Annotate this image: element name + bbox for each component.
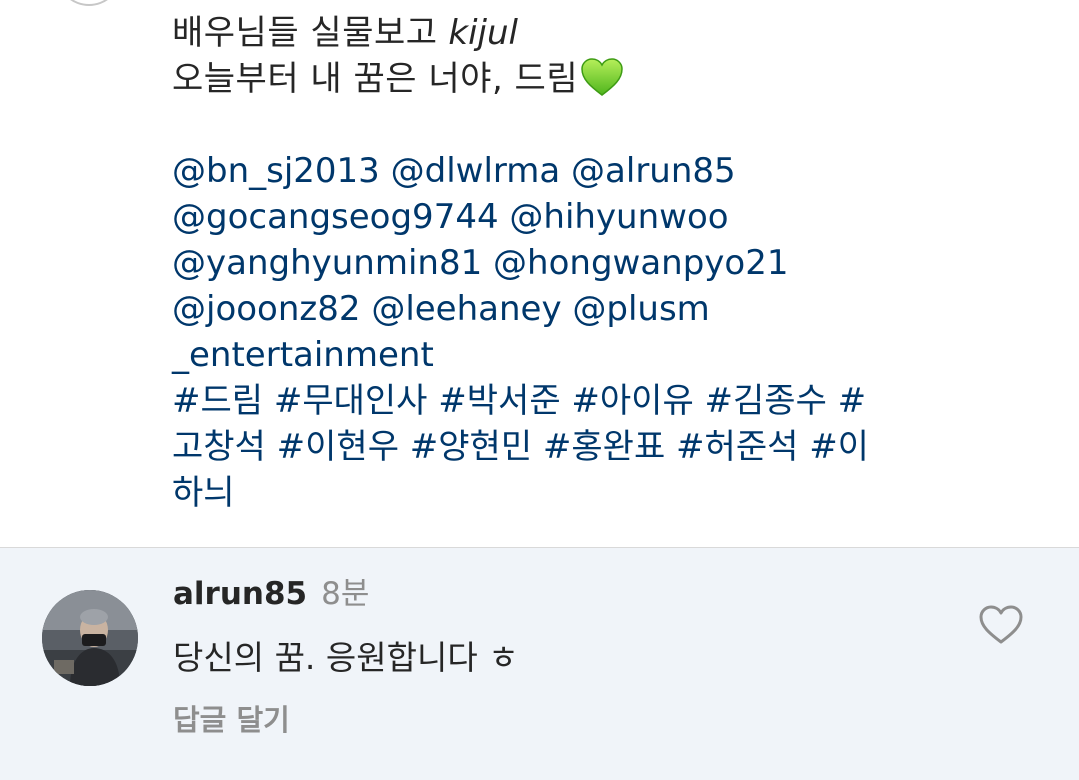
caption-line-2: 오늘부터 내 꿈은 너야, 드림 [172,56,932,102]
hashtag-line[interactable]: #드림 #무대인사 #박서준 #아이유 #김종수 # [172,378,932,424]
post-caption: 배우님들 실물보고 kijul 오늘부터 내 꿈은 너야, 드림 @bn_sj2… [172,10,932,516]
mention-line[interactable]: _entertainment [172,332,932,378]
heart-outline-icon[interactable] [978,604,1024,646]
mention-line[interactable]: @bn_sj2013 @dlwlrma @alrun85 [172,148,932,194]
mention-line[interactable]: @yanghyunmin81 @hongwanpyo21 [172,240,932,286]
avatar-photo [42,590,138,686]
caption-text: 배우님들 실물보고 [172,13,438,53]
commenter-avatar[interactable] [42,590,138,686]
comment-username[interactable]: alrun85 [173,576,307,612]
caption-text: 오늘부터 내 꿈은 너야, 드림 [172,59,579,99]
comment-header: alrun85 8분 [173,574,369,614]
reply-button[interactable]: 답글 달기 [173,700,290,740]
hashtag-line[interactable]: 고창석 #이현우 #양현민 #홍완표 #허준석 #이 [172,424,932,470]
hashtag-line[interactable]: 하늬 [172,470,932,516]
caption-line-1: 배우님들 실물보고 kijul [172,10,932,56]
mention-line[interactable]: @jooonz82 @leehaney @plusm [172,286,932,332]
post-author-avatar[interactable] [58,0,120,6]
caption-italic-text: kijul [448,13,518,53]
comment-time: 8분 [321,576,370,612]
green-heart-icon [581,58,623,96]
comment-text: 당신의 꿈. 응원합니다 ㅎ [173,638,519,677]
comment-item: alrun85 8분 당신의 꿈. 응원합니다 ㅎ 답글 달기 [0,548,1079,780]
mention-line[interactable]: @gocangseog9744 @hihyunwoo [172,194,932,240]
